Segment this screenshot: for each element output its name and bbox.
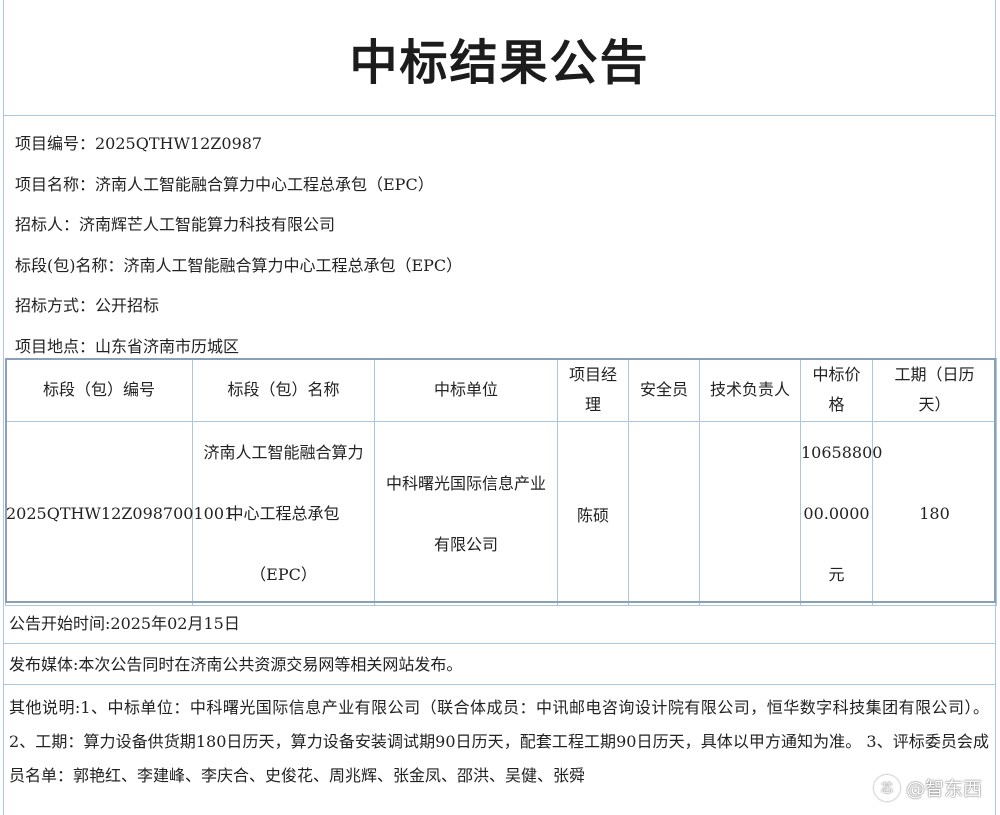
- header-safety-officer: 安全员: [628, 358, 700, 422]
- publish-media: 发布媒体:本次公告同时在济南公共资源交易网等相关网站发布。: [4, 645, 995, 685]
- header-lot-name: 标段（包）名称: [192, 358, 375, 422]
- header-period: 工期（日历 天）: [872, 358, 997, 422]
- cell-project-manager: 陈硕: [557, 421, 629, 606]
- page-title: 中标结果公告: [349, 34, 650, 91]
- lot-name-line3: （EPC）: [250, 565, 317, 584]
- header-period-line2: 天）: [918, 395, 951, 414]
- cell-period: 180: [872, 421, 997, 606]
- cell-winner: 中科曙光国际信息产业 有限公司: [374, 421, 558, 606]
- header-price-line1: 中标价: [812, 365, 861, 384]
- cell-lot-no: 2025QTHW12Z0987001001: [5, 421, 234, 606]
- cell-tech-lead: [699, 421, 801, 606]
- header-price-line2: 格: [828, 395, 845, 414]
- header-lot-no: 标段（包）编号: [5, 358, 193, 422]
- watermark: 芯 @智东西: [873, 774, 982, 801]
- cell-bid-price: 10658800 00.0000 元: [800, 421, 883, 606]
- project-name: 项目名称：济南人工智能融合算力中心工程总承包（EPC）: [15, 174, 434, 194]
- winner-line1: 中科曙光国际信息产业: [385, 473, 546, 493]
- lot-name: 标段(包)名称：济南人工智能融合算力中心工程总承包（EPC）: [15, 255, 463, 275]
- title-row: 中标结果公告: [4, 0, 995, 116]
- header-project-manager: 项目经 理: [557, 358, 629, 422]
- other-notes: 其他说明:1、中标单位：中科曙光国际信息产业有限公司（联合体成员：中讯邮电咨询设…: [9, 698, 989, 785]
- cell-safety-officer: [628, 421, 700, 606]
- price-line1: 10658800: [801, 443, 883, 462]
- price-line3: 元: [828, 565, 845, 584]
- tenderer: 招标人：济南辉芒人工智能算力科技有限公司: [15, 215, 336, 234]
- winner-line2: 有限公司: [433, 534, 498, 554]
- header-bid-price: 中标价 格: [800, 358, 873, 422]
- table-header-row: 标段（包）编号 标段（包）名称 中标单位 项目经 理 安全员 技术负责人 中标价…: [5, 358, 997, 422]
- price-line2: 00.0000: [803, 504, 870, 523]
- header-pm-line2: 理: [584, 395, 601, 414]
- publish-time: 公告开始时间:2025年02月15日: [4, 604, 995, 644]
- table-row: 2025QTHW12Z0987001001 济南人工智能融合算力 中心工程总承包…: [5, 421, 997, 606]
- project-info: 项目编号：2025QTHW12Z0987 项目名称：济南人工智能融合算力中心工程…: [4, 116, 995, 367]
- watermark-logo-icon: 芯: [873, 774, 900, 801]
- lot-name-line1: 济南人工智能融合算力: [203, 443, 364, 462]
- watermark-text: @智东西: [905, 778, 982, 800]
- announcement-page: 中标结果公告 项目编号：2025QTHW12Z0987 项目名称：济南人工智能融…: [3, 0, 997, 815]
- project-number: 项目编号：2025QTHW12Z0987: [15, 134, 263, 153]
- lot-no-value: 2025QTHW12Z0987001001: [6, 504, 235, 523]
- header-pm-line1: 项目经: [568, 365, 617, 384]
- header-tech-lead: 技术负责人: [699, 358, 801, 422]
- tender-method: 招标方式：公开招标: [15, 296, 160, 315]
- header-period-line1: 工期（日历: [894, 365, 975, 384]
- header-winner: 中标单位: [374, 358, 558, 422]
- bid-result-table: 标段（包）编号 标段（包）名称 中标单位 项目经 理 安全员 技术负责人 中标价…: [5, 358, 997, 606]
